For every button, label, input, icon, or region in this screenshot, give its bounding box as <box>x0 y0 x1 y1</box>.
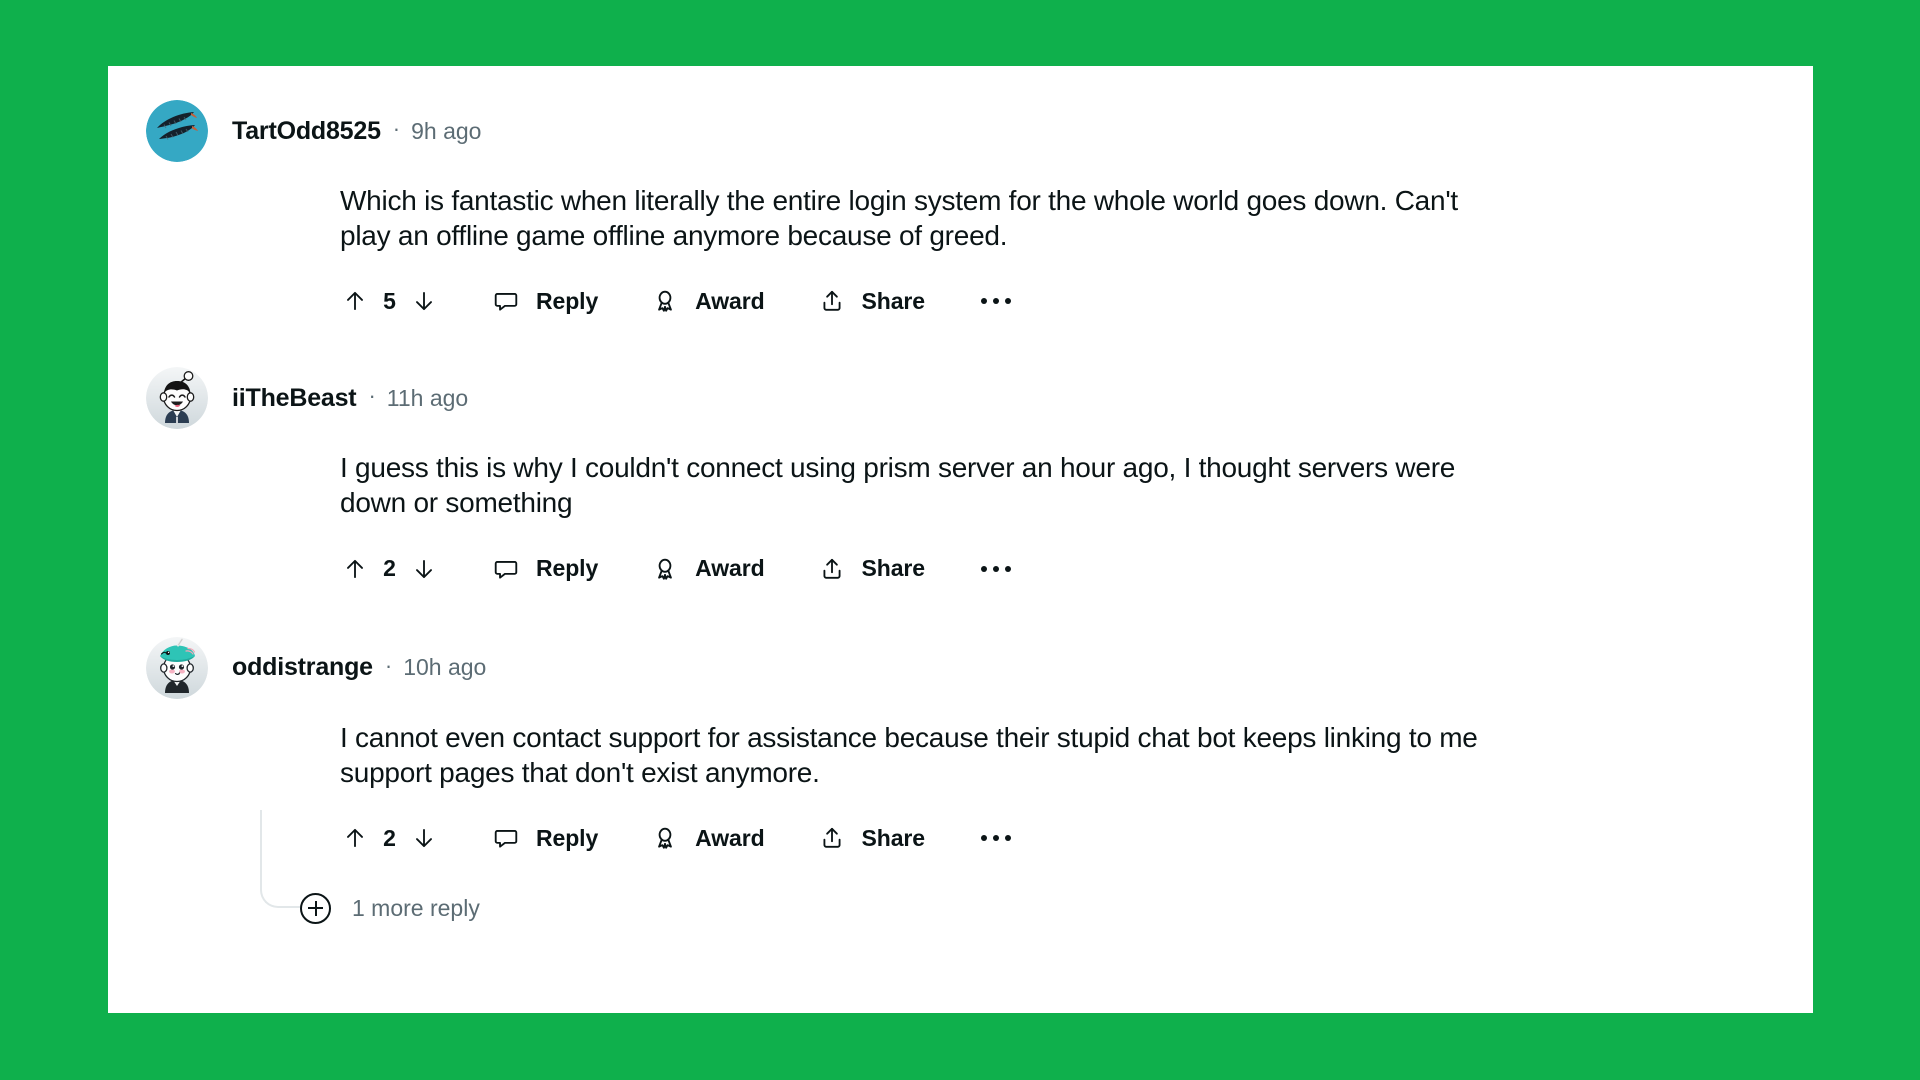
share-label: Share <box>861 824 926 851</box>
reply-label: Reply <box>536 287 599 314</box>
more-options-icon[interactable] <box>980 823 1011 853</box>
upvote-icon[interactable] <box>340 286 370 316</box>
comment-action-bar: 2 Reply Award Share <box>108 545 1813 593</box>
comment-item: oddistrange · 10h ago I cannot even cont… <box>108 636 1813 930</box>
avatar[interactable] <box>146 100 208 162</box>
award-label: Award <box>695 287 765 314</box>
downvote-icon[interactable] <box>409 554 439 584</box>
more-replies-label: 1 more reply <box>352 894 480 921</box>
vote-count: 2 <box>383 555 396 582</box>
reply-button[interactable]: Reply <box>491 554 598 584</box>
comment-item: iiTheBeast · 11h ago I guess this is why… <box>108 367 1813 592</box>
comment-author[interactable]: oddistrange <box>232 653 373 682</box>
more-options-icon[interactable] <box>980 554 1011 584</box>
upvote-icon[interactable] <box>340 554 370 584</box>
comment-spacer <box>108 325 1813 367</box>
comment-bubble-icon <box>491 286 521 316</box>
comment-timestamp: 9h ago <box>411 117 482 144</box>
share-icon <box>817 823 847 853</box>
vote-group: 2 <box>340 554 439 584</box>
comment-action-bar: 5 Reply Award Share <box>108 277 1813 325</box>
vote-group: 2 <box>340 823 439 853</box>
meta-separator: · <box>384 652 393 678</box>
screen: TartOdd8525 · 9h ago Which is fantastic … <box>0 0 1920 1080</box>
award-label: Award <box>695 824 765 851</box>
reply-button[interactable]: Reply <box>491 286 598 316</box>
award-button[interactable]: Award <box>650 823 765 853</box>
share-button[interactable]: Share <box>817 554 925 584</box>
vote-count: 2 <box>383 824 396 851</box>
award-ribbon-icon <box>650 823 680 853</box>
comment-text: Which is fantastic when literally the en… <box>340 185 1458 251</box>
comment-text: I cannot even contact support for assist… <box>340 721 1478 788</box>
avatar[interactable] <box>146 636 208 699</box>
downvote-icon[interactable] <box>409 823 439 853</box>
share-icon <box>817 554 847 584</box>
meta-separator: · <box>392 116 401 141</box>
comment-header: TartOdd8525 · 9h ago <box>108 100 1813 162</box>
thread-line <box>260 810 304 909</box>
comment-author[interactable]: iiTheBeast <box>232 384 357 413</box>
comment-item: TartOdd8525 · 9h ago Which is fantastic … <box>108 100 1813 325</box>
comment-header: iiTheBeast · 11h ago <box>108 367 1813 430</box>
avatar[interactable] <box>146 367 208 430</box>
comment-spacer <box>108 593 1813 637</box>
reply-button[interactable]: Reply <box>491 823 598 853</box>
share-icon <box>817 286 847 316</box>
meta-separator: · <box>368 383 376 409</box>
award-button[interactable]: Award <box>650 554 765 584</box>
share-label: Share <box>861 555 926 582</box>
vote-count: 5 <box>383 287 396 314</box>
award-ribbon-icon <box>650 554 680 584</box>
vote-group: 5 <box>340 286 439 316</box>
comment-header: oddistrange · 10h ago <box>108 636 1813 699</box>
share-button[interactable]: Share <box>817 823 925 853</box>
comment-bubble-icon <box>491 823 521 853</box>
share-label: Share <box>861 287 926 314</box>
comment-text: I guess this is why I couldn't connect u… <box>340 452 1456 519</box>
more-replies-row[interactable]: 1 more reply <box>108 810 1813 930</box>
award-button[interactable]: Award <box>650 286 765 316</box>
reply-label: Reply <box>536 824 599 851</box>
comment-action-bar: 2 Reply Award Share <box>108 814 1813 862</box>
share-button[interactable]: Share <box>817 286 925 316</box>
award-label: Award <box>695 555 765 582</box>
expand-plus-icon[interactable] <box>300 892 331 924</box>
downvote-icon[interactable] <box>409 286 439 316</box>
reply-label: Reply <box>536 555 599 582</box>
comment-bubble-icon <box>491 554 521 584</box>
upvote-icon[interactable] <box>340 823 370 853</box>
comment-thread-card: TartOdd8525 · 9h ago Which is fantastic … <box>108 66 1813 1013</box>
more-options-icon[interactable] <box>980 286 1011 316</box>
award-ribbon-icon <box>650 286 680 316</box>
comment-author[interactable]: TartOdd8525 <box>232 117 381 146</box>
comment-timestamp: 11h ago <box>386 384 469 411</box>
comment-timestamp: 10h ago <box>403 654 487 681</box>
